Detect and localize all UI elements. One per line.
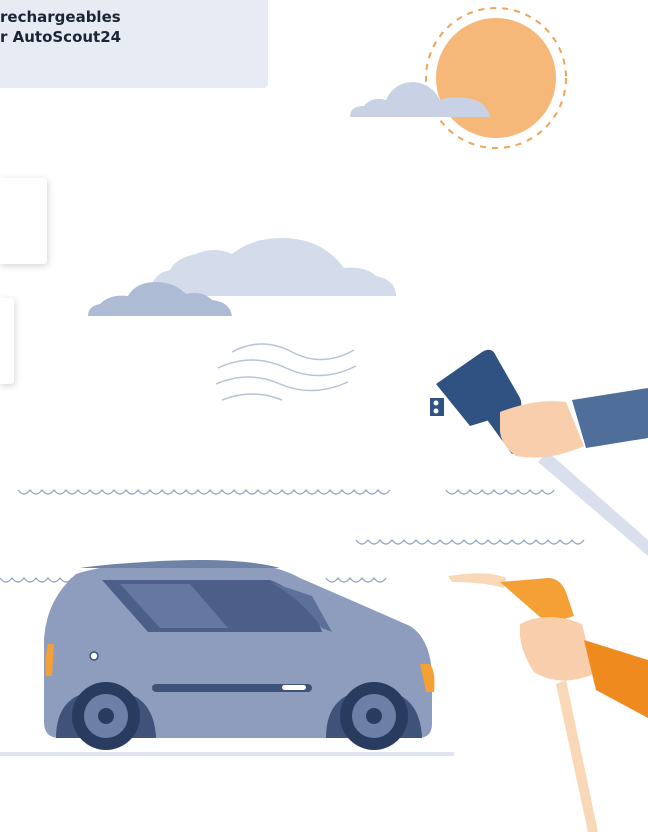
wave-lines bbox=[0, 488, 585, 583]
ground-line bbox=[0, 752, 454, 756]
fuel-nozzle-icon bbox=[448, 573, 648, 832]
illustration bbox=[0, 7, 648, 832]
wind-icon bbox=[215, 343, 357, 401]
ev-charger-icon bbox=[430, 349, 648, 556]
car-icon bbox=[44, 560, 435, 750]
cloud-icon bbox=[150, 238, 396, 296]
sun-icon bbox=[425, 7, 567, 149]
